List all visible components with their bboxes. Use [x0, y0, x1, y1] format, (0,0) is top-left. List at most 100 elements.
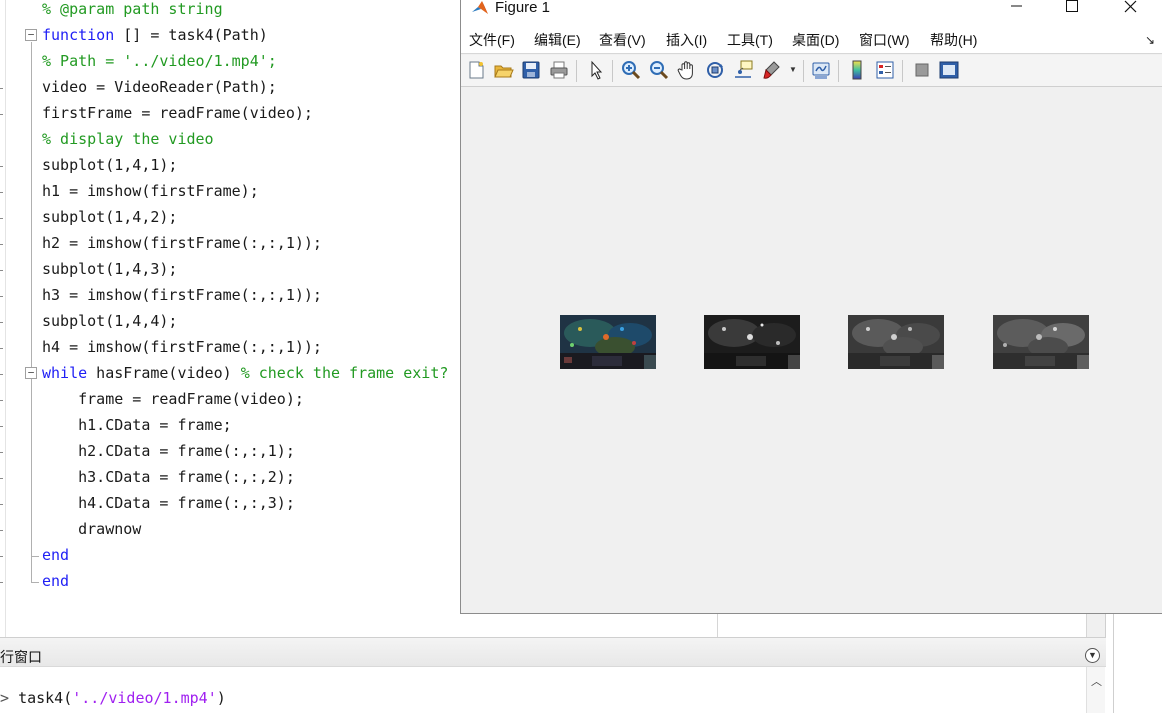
minimize-button[interactable] — [994, 0, 1040, 22]
menu-view[interactable]: 查看(V) — [599, 30, 646, 50]
figure-window[interactable]: Figure 1 文件(F) 编辑(E) 查看(V) 插入(I) 工具(T) 桌… — [460, 0, 1162, 614]
code-line[interactable]: function [] = task4(Path) — [0, 26, 460, 52]
legend-icon[interactable] — [874, 59, 896, 81]
code-line[interactable]: frame = readFrame(video); — [0, 390, 460, 416]
code-line[interactable]: h3 = imshow(firstFrame(:,:,1)); — [0, 286, 460, 312]
code-line[interactable]: subplot(1,4,2); — [0, 208, 460, 234]
pan-hand-icon[interactable] — [676, 59, 698, 81]
toolbar-separator — [838, 60, 839, 82]
breakpoint-marker[interactable] — [0, 504, 3, 505]
open-file-icon[interactable] — [492, 59, 514, 81]
brush-dropdown-icon[interactable]: ▼ — [789, 65, 797, 74]
breakpoint-marker[interactable] — [0, 322, 3, 323]
code-fold-toggle-icon[interactable]: − — [25, 367, 37, 379]
dock-arrow-icon[interactable]: ↘ — [1145, 33, 1155, 47]
code-line[interactable]: % Path = '../video/1.mp4'; — [0, 52, 460, 78]
editor-vertical-scrollbar[interactable] — [1087, 614, 1105, 637]
breakpoint-marker[interactable] — [0, 400, 3, 401]
breakpoint-marker[interactable] — [0, 582, 3, 583]
subplot-1-color-frame[interactable] — [560, 315, 656, 369]
subplot-4-blue-channel[interactable] — [993, 315, 1089, 369]
menu-tools[interactable]: 工具(T) — [727, 30, 773, 50]
menu-insert[interactable]: 插入(I) — [666, 30, 707, 50]
code-comment: % check the frame exit? — [240, 364, 449, 382]
code-line[interactable]: h4 = imshow(firstFrame(:,:,1)); — [0, 338, 460, 364]
menu-window[interactable]: 窗口(W) — [859, 30, 910, 50]
code-fold-toggle-icon[interactable]: − — [25, 29, 37, 41]
code-line[interactable]: h1 = imshow(firstFrame); — [0, 182, 460, 208]
breakpoint-marker[interactable] — [0, 244, 3, 245]
code-line[interactable]: video = VideoReader(Path); — [0, 78, 460, 104]
breakpoint-marker[interactable] — [0, 166, 3, 167]
command-window-header: 行窗口 ▼ — [0, 637, 1106, 667]
code-line[interactable]: end — [0, 572, 460, 598]
code-line[interactable]: subplot(1,4,3); — [0, 260, 460, 286]
breakpoint-marker[interactable] — [0, 192, 3, 193]
select-arrow-icon[interactable] — [585, 59, 607, 81]
breakpoint-marker[interactable] — [0, 478, 3, 479]
breakpoint-marker[interactable] — [0, 452, 3, 453]
command-prompt: > — [0, 689, 19, 707]
code-line[interactable]: end — [0, 546, 460, 572]
code-line-text: function [] = task4(Path) — [42, 25, 268, 45]
subplot-2-red-channel[interactable] — [704, 315, 800, 369]
menu-desktop[interactable]: 桌面(D) — [792, 30, 839, 50]
subplot-3-green-channel[interactable] — [848, 315, 944, 369]
data-cursor-icon[interactable] — [732, 59, 754, 81]
code-line[interactable]: while hasFrame(video) % check the frame … — [0, 364, 460, 390]
brush-icon[interactable] — [760, 59, 782, 81]
code-token: h3.CData = frame(:,:,2); — [42, 468, 295, 486]
command-line[interactable]: > task4('../video/1.mp4') — [0, 689, 226, 707]
rotate-3d-icon[interactable] — [704, 59, 726, 81]
code-line[interactable]: firstFrame = readFrame(video); — [0, 104, 460, 130]
chevron-down-icon[interactable]: ▼ — [1085, 648, 1100, 663]
breakpoint-marker[interactable] — [0, 556, 3, 557]
breakpoint-marker[interactable] — [0, 88, 3, 89]
maximize-button[interactable] — [1049, 0, 1095, 22]
new-figure-icon[interactable] — [465, 59, 487, 81]
breakpoint-marker[interactable] — [0, 114, 3, 115]
code-token: h4 = imshow(firstFrame(:,:,1)); — [42, 338, 322, 356]
breakpoint-marker[interactable] — [0, 374, 3, 375]
zoom-in-icon[interactable] — [620, 59, 642, 81]
print-icon[interactable] — [548, 59, 570, 81]
colorbar-icon[interactable] — [846, 59, 868, 81]
command-window-scrollbar[interactable]: ︿ — [1086, 667, 1105, 713]
zoom-out-icon[interactable] — [648, 59, 670, 81]
menu-edit[interactable]: 编辑(E) — [534, 30, 581, 50]
code-line[interactable]: h2.CData = frame(:,:,1); — [0, 442, 460, 468]
hide-plot-tools-icon[interactable] — [911, 59, 933, 81]
code-line[interactable]: h3.CData = frame(:,:,2); — [0, 468, 460, 494]
menu-file[interactable]: 文件(F) — [469, 30, 515, 50]
command-window[interactable]: > task4('../video/1.mp4') ︿ — [0, 667, 1106, 713]
save-icon[interactable] — [520, 59, 542, 81]
figure-canvas[interactable] — [461, 88, 1162, 613]
figure-title-bar[interactable]: Figure 1 — [461, 0, 1162, 28]
breakpoint-marker[interactable] — [0, 296, 3, 297]
breakpoint-marker[interactable] — [0, 270, 3, 271]
code-line[interactable]: h2 = imshow(firstFrame(:,:,1)); — [0, 234, 460, 260]
link-plot-icon[interactable] — [810, 59, 832, 81]
breakpoint-marker[interactable] — [0, 530, 3, 531]
show-plot-tools-icon[interactable] — [938, 59, 960, 81]
command-function: task4( — [18, 689, 73, 707]
close-button[interactable] — [1107, 0, 1153, 22]
code-line[interactable]: h4.CData = frame(:,:,3); — [0, 494, 460, 520]
breakpoint-marker[interactable] — [0, 426, 3, 427]
code-line[interactable]: drawnow — [0, 520, 460, 546]
code-line[interactable]: subplot(1,4,1); — [0, 156, 460, 182]
breakpoint-marker[interactable] — [0, 348, 3, 349]
figure-toolbar: ▼ — [461, 55, 1162, 87]
code-line[interactable]: h1.CData = frame; — [0, 416, 460, 442]
breakpoint-marker[interactable] — [0, 218, 3, 219]
code-line[interactable]: % @param path string — [0, 0, 460, 26]
code-line-text: subplot(1,4,2); — [42, 207, 177, 227]
code-line[interactable]: subplot(1,4,4); — [0, 312, 460, 338]
code-token: h2 = imshow(firstFrame(:,:,1)); — [42, 234, 322, 252]
minimize-icon — [1011, 5, 1022, 7]
menu-help[interactable]: 帮助(H) — [930, 30, 977, 50]
code-line[interactable]: % display the video — [0, 130, 460, 156]
panel-divider-lower — [1113, 614, 1114, 713]
chevron-up-icon[interactable]: ︿ — [1091, 673, 1102, 689]
code-token: drawnow — [42, 520, 142, 538]
